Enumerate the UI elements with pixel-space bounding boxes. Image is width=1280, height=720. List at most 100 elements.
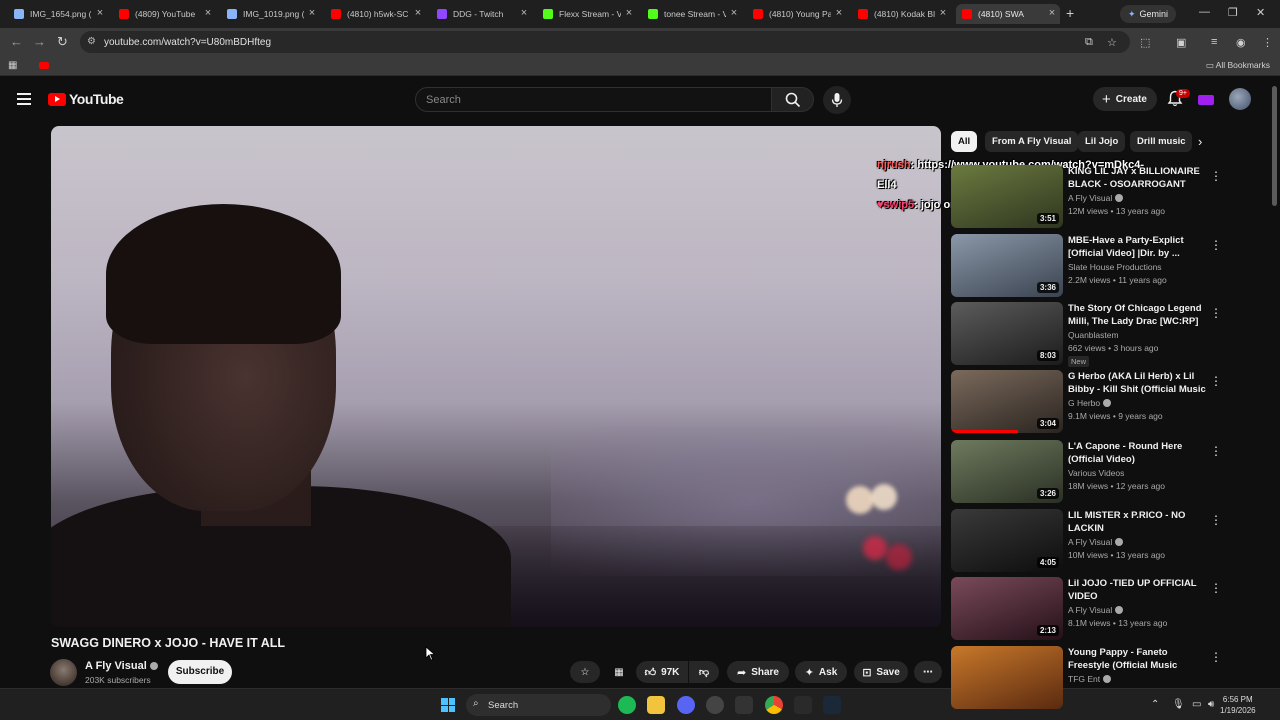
search-button[interactable] bbox=[771, 87, 814, 112]
grid-button[interactable]: ▦ bbox=[606, 661, 632, 683]
menu-icon[interactable]: ⋮ bbox=[1262, 36, 1273, 49]
video-title[interactable]: LIL MISTER x P.RICO - NO LACKIN bbox=[1068, 509, 1208, 535]
search-input[interactable]: Search bbox=[415, 87, 772, 112]
video-title[interactable]: KING LIL JAY x BILLIONAIRE BLACK - OSOAR… bbox=[1068, 165, 1208, 191]
tab-close-icon[interactable]: × bbox=[412, 7, 424, 19]
video-thumbnail[interactable]: 3:04 bbox=[951, 370, 1063, 433]
video-thumbnail[interactable]: 2:13 bbox=[951, 577, 1063, 640]
tab-close-icon[interactable]: × bbox=[728, 7, 740, 19]
more-vertical-icon[interactable]: ⋮ bbox=[1210, 306, 1222, 320]
new-tab-button[interactable]: + bbox=[1066, 5, 1074, 21]
app-icon[interactable] bbox=[706, 696, 724, 714]
spotify-icon[interactable] bbox=[618, 696, 636, 714]
address-bar[interactable]: ⚙ youtube.com/watch?v=U80mBDHfteg bbox=[80, 31, 1130, 53]
browser-tab[interactable]: DDG - Twitch × bbox=[431, 4, 532, 24]
recommended-video[interactable]: 3:36 MBE-Have a Party-Explict [Official V… bbox=[951, 234, 1222, 298]
close-window-button[interactable]: ✕ bbox=[1256, 6, 1265, 19]
recommended-video[interactable]: Young Pappy - Faneto Freestyle (Official… bbox=[951, 646, 1222, 710]
youtube-logo[interactable]: YouTube bbox=[48, 91, 124, 107]
forward-icon[interactable]: → bbox=[33, 34, 46, 49]
chrome-icon[interactable] bbox=[765, 696, 783, 714]
tab-close-icon[interactable]: × bbox=[94, 7, 106, 19]
channel-name[interactable]: A Fly Visual bbox=[1068, 605, 1124, 615]
extensions-icon[interactable]: ⬚ bbox=[1140, 36, 1150, 49]
browser-tab[interactable]: (4810) Kodak Bla × bbox=[852, 4, 951, 24]
account-avatar[interactable] bbox=[1229, 88, 1251, 110]
share-button[interactable]: ➦ Share bbox=[727, 661, 789, 683]
more-actions-button[interactable]: ⋯ bbox=[914, 661, 942, 683]
steam-icon[interactable] bbox=[823, 696, 841, 714]
minimize-button[interactable]: — bbox=[1199, 6, 1210, 18]
file-explorer-icon[interactable] bbox=[647, 696, 665, 714]
video-title[interactable]: L'A Capone - Round Here (Official Video) bbox=[1068, 440, 1208, 466]
install-icon[interactable]: ⧉ bbox=[1085, 36, 1093, 49]
filter-chip[interactable]: All bbox=[951, 131, 978, 152]
app-icon[interactable] bbox=[794, 696, 812, 714]
channel-avatar[interactable] bbox=[50, 659, 77, 686]
system-clock[interactable]: 6:56 PM 1/19/2026 bbox=[1220, 694, 1256, 716]
back-icon[interactable]: ← bbox=[10, 34, 23, 49]
recommended-video[interactable]: 3:04 G Herbo (AKA Lil Herb) x Lil Bibby -… bbox=[951, 370, 1222, 434]
video-title[interactable]: The Story Of Chicago Legend Milli, The L… bbox=[1068, 302, 1208, 328]
more-vertical-icon[interactable]: ⋮ bbox=[1210, 581, 1222, 595]
channel-name[interactable]: Various Videos bbox=[1068, 468, 1124, 478]
restore-button[interactable]: ❐ bbox=[1228, 6, 1238, 19]
gemini-button[interactable]: ✦ Gemini bbox=[1120, 5, 1177, 23]
rate-button[interactable]: ☆ bbox=[570, 661, 600, 683]
sidepanel-icon[interactable]: ▣ bbox=[1176, 36, 1186, 49]
browser-tab[interactable]: (4810) h5wk-SC × bbox=[325, 4, 426, 24]
recommended-video[interactable]: 3:51 KING LIL JAY x BILLIONAIRE BLACK - O… bbox=[951, 165, 1222, 229]
apps-grid-icon[interactable]: ▦ bbox=[8, 60, 17, 71]
browser-tab[interactable]: tonee Stream - V × bbox=[642, 4, 742, 24]
studio-icon[interactable] bbox=[1198, 95, 1214, 105]
filter-chip[interactable]: Lil Jojo bbox=[1078, 131, 1126, 152]
browser-tab[interactable]: Flexx Stream - V × bbox=[537, 4, 637, 24]
more-vertical-icon[interactable]: ⋮ bbox=[1210, 169, 1222, 183]
channel-name[interactable]: TFG Ent bbox=[1068, 674, 1112, 684]
discord-icon[interactable] bbox=[677, 696, 695, 714]
tab-close-icon[interactable]: × bbox=[202, 7, 214, 19]
channel-name[interactable]: Slate House Productions bbox=[1068, 262, 1162, 272]
filter-chip[interactable]: Drill music bbox=[1130, 131, 1192, 152]
more-vertical-icon[interactable]: ⋮ bbox=[1210, 238, 1222, 252]
more-vertical-icon[interactable]: ⋮ bbox=[1210, 513, 1222, 527]
tab-close-icon[interactable]: × bbox=[306, 7, 318, 19]
video-thumbnail[interactable]: 3:26 bbox=[951, 440, 1063, 503]
more-vertical-icon[interactable]: ⋮ bbox=[1210, 650, 1222, 664]
tab-close-icon[interactable]: × bbox=[937, 7, 949, 19]
chevron-right-icon[interactable]: › bbox=[1198, 134, 1202, 149]
epic-games-icon[interactable] bbox=[735, 696, 753, 714]
video-title[interactable]: Young Pappy - Faneto Freestyle (Official… bbox=[1068, 646, 1208, 672]
media-icon[interactable]: ≡ bbox=[1211, 36, 1217, 48]
profile-icon[interactable]: ◉ bbox=[1236, 36, 1246, 49]
channel-name[interactable]: Quanblastem bbox=[1068, 330, 1119, 340]
all-bookmarks-button[interactable]: ▭ All Bookmarks bbox=[1206, 60, 1270, 71]
browser-tab[interactable]: (4810) SWA × bbox=[956, 4, 1060, 24]
channel-name[interactable]: A Fly Visual bbox=[85, 660, 158, 672]
bookmark-star-icon[interactable]: ☆ bbox=[1107, 36, 1117, 49]
channel-name[interactable]: A Fly Visual bbox=[1068, 193, 1124, 203]
reload-icon[interactable]: ↻ bbox=[57, 34, 68, 50]
tab-close-icon[interactable]: × bbox=[623, 7, 635, 19]
tab-close-icon[interactable]: × bbox=[1046, 7, 1058, 19]
browser-tab[interactable]: (4809) YouTube × bbox=[113, 4, 216, 24]
hamburger-menu-icon[interactable] bbox=[17, 93, 31, 105]
browser-tab[interactable]: (4810) Young Pa × bbox=[747, 4, 847, 24]
voice-search-button[interactable] bbox=[823, 86, 851, 114]
recommended-video[interactable]: 4:05 LIL MISTER x P.RICO - NO LACKIN A Fly… bbox=[951, 509, 1222, 573]
youtube-bookmark-icon[interactable] bbox=[39, 62, 49, 69]
dislike-button[interactable]: 👎︎ bbox=[689, 661, 719, 683]
browser-tab[interactable]: IMG_1019.png (× bbox=[221, 4, 320, 24]
recommended-video[interactable]: 2:13 Lil JOJO -TIED UP OFFICIAL VIDEO A Fl… bbox=[951, 577, 1222, 641]
like-button[interactable]: 👍︎ 97K bbox=[636, 661, 688, 683]
video-title[interactable]: MBE-Have a Party-Explict [Official Video… bbox=[1068, 234, 1208, 260]
video-thumbnail[interactable]: 3:51 bbox=[951, 165, 1063, 228]
more-vertical-icon[interactable]: ⋮ bbox=[1210, 374, 1222, 388]
recommended-video[interactable]: 8:03 The Story Of Chicago Legend Milli, T… bbox=[951, 302, 1222, 367]
tab-close-icon[interactable]: × bbox=[518, 7, 530, 19]
browser-tab[interactable]: IMG_1654.png (× bbox=[8, 4, 108, 24]
more-vertical-icon[interactable]: ⋮ bbox=[1210, 444, 1222, 458]
video-thumbnail[interactable]: 4:05 bbox=[951, 509, 1063, 572]
recommended-video[interactable]: 3:26 L'A Capone - Round Here (Official Vi… bbox=[951, 440, 1222, 504]
video-player[interactable] bbox=[51, 126, 941, 627]
